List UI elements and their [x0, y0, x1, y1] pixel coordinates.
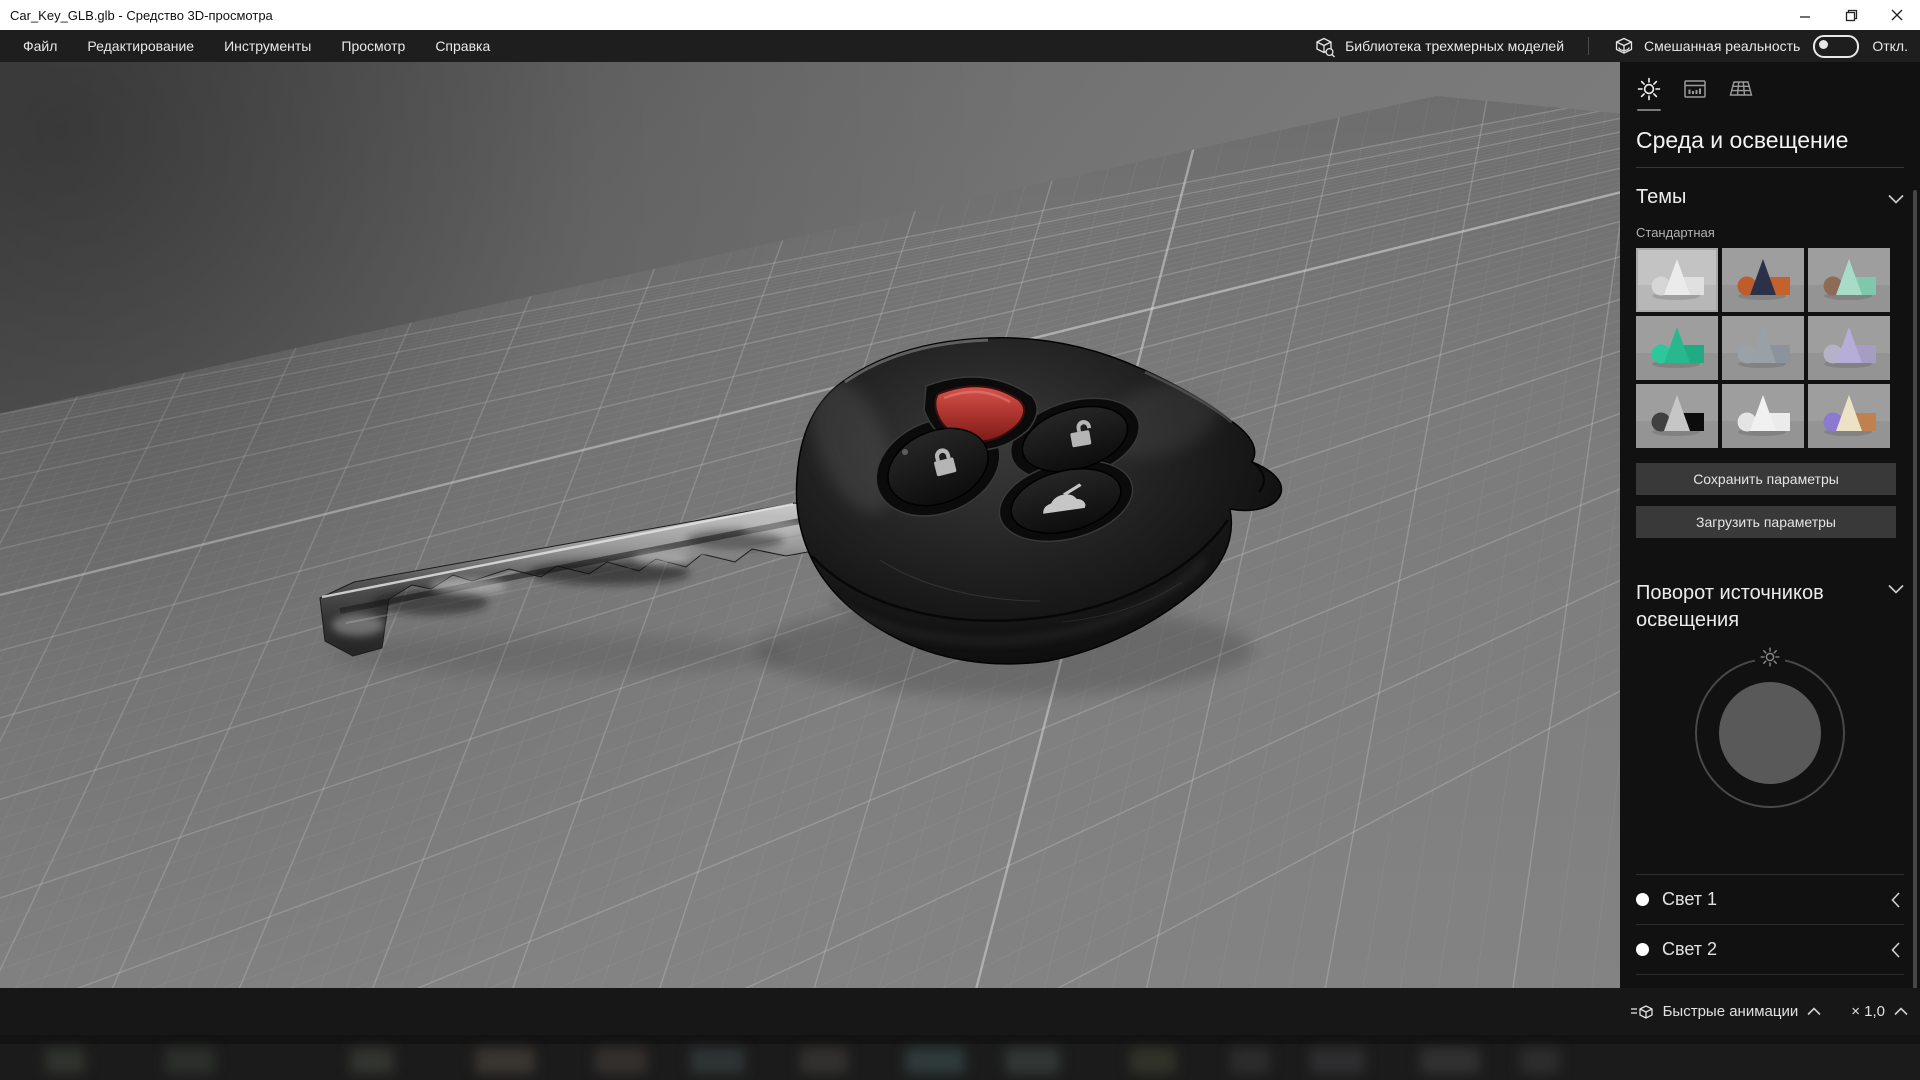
chevron-up-icon[interactable]	[1807, 1007, 1821, 1016]
menu-tools[interactable]: Инструменты	[209, 30, 326, 62]
dial-knob[interactable]	[1719, 682, 1821, 784]
menu-file[interactable]: Файл	[8, 30, 72, 62]
strip-thumbnail	[1005, 1048, 1060, 1074]
theme-tile-2[interactable]	[1722, 248, 1804, 312]
model-library-label: Библиотека трехмерных моделей	[1345, 38, 1565, 54]
playback-speed-selector[interactable]: × 1,0	[1851, 1003, 1908, 1020]
menu-bar: Файл Редактирование Инструменты Просмотр…	[0, 30, 1920, 62]
theme-grid	[1636, 248, 1890, 448]
panel-tabs	[1636, 76, 1904, 111]
strip-thumbnail	[45, 1048, 85, 1074]
dial-sun-icon	[1755, 646, 1785, 673]
mixed-reality-state: Откл.	[1872, 38, 1908, 54]
strip-thumbnail	[350, 1048, 394, 1074]
light-rotation-label: Поворот источников освещения	[1636, 582, 1824, 631]
title-bar: Car_Key_GLB.glb - Средство 3D-просмотра	[0, 0, 1920, 30]
strip-thumbnail	[165, 1048, 215, 1074]
light-1-label: Свет 1	[1662, 889, 1718, 909]
theme-tile-7[interactable]	[1636, 384, 1718, 448]
close-button[interactable]	[1874, 0, 1920, 30]
3d-viewer-window: Car_Key_GLB.glb - Средство 3D-просмотра …	[0, 0, 1920, 1080]
window-title: Car_Key_GLB.glb - Средство 3D-просмотра	[10, 7, 273, 23]
model-library-icon	[1316, 37, 1336, 57]
3d-viewport[interactable]	[0, 62, 1620, 988]
strip-thumbnail	[595, 1048, 647, 1074]
animation-bar: Быстрые анимации × 1,0	[0, 988, 1920, 1035]
menu-items: Файл Редактирование Инструменты Просмотр…	[0, 30, 505, 62]
themes-label: Темы	[1636, 186, 1687, 208]
chevron-down-icon[interactable]	[1888, 580, 1904, 594]
model-library-button[interactable]: Библиотека трехмерных моделей	[1313, 35, 1564, 58]
save-settings-button[interactable]: Сохранить параметры	[1636, 463, 1896, 495]
strip-thumbnail	[1310, 1048, 1365, 1074]
3d-scene	[0, 62, 1620, 988]
light-2-color-swatch	[1636, 943, 1649, 956]
light-1-row[interactable]: Свет 1	[1636, 874, 1904, 924]
chevron-left-icon[interactable]	[1891, 891, 1904, 908]
strip-thumbnail	[1230, 1048, 1270, 1074]
chevron-down-icon[interactable]	[1888, 190, 1904, 204]
active-tab-indicator	[1637, 109, 1661, 111]
theme-tile-9[interactable]	[1808, 384, 1890, 448]
light-rotation-header[interactable]: Поворот источников освещения	[1636, 580, 1904, 634]
strip-thumbnail	[800, 1048, 848, 1074]
menu-separator	[1588, 37, 1590, 55]
theme-tile-8[interactable]	[1722, 384, 1804, 448]
close-icon	[1891, 9, 1903, 21]
minimize-icon	[1800, 16, 1810, 18]
theme-tile-1[interactable]	[1636, 248, 1718, 312]
menu-help[interactable]: Справка	[420, 30, 505, 62]
playback-speed-value: × 1,0	[1851, 1003, 1885, 1020]
sun-icon	[1637, 77, 1661, 101]
strip-thumbnail	[905, 1048, 965, 1074]
grid-icon	[1729, 81, 1753, 96]
themes-section-header[interactable]: Темы	[1636, 184, 1904, 210]
minimize-button[interactable]	[1782, 0, 1828, 30]
toggle-knob	[1819, 40, 1829, 49]
panel-title: Среда и освещение	[1636, 127, 1849, 153]
mixed-reality-toggle[interactable]	[1813, 34, 1860, 58]
load-settings-button[interactable]: Загрузить параметры	[1636, 506, 1896, 538]
theme-tile-5[interactable]	[1722, 316, 1804, 380]
mixed-reality-icon	[1615, 37, 1633, 54]
animations-selector[interactable]: Быстрые анимации	[1630, 1001, 1822, 1023]
tab-stats-shading[interactable]	[1682, 76, 1708, 102]
strip-thumbnail	[1420, 1048, 1480, 1074]
bottom-strip	[0, 1035, 1920, 1080]
mixed-reality-label: Смешанная реальность	[1644, 38, 1801, 54]
environment-panel: Среда и освещение Темы Стандартная Сохра…	[1620, 62, 1920, 1022]
theme-tile-4[interactable]	[1636, 316, 1718, 380]
stats-icon	[1684, 80, 1706, 98]
strip-thumbnail	[1520, 1048, 1560, 1074]
strip-thumbnail	[475, 1048, 535, 1074]
light-rotation-dial[interactable]	[1695, 646, 1845, 808]
chevron-up-icon[interactable]	[1894, 1007, 1908, 1016]
tab-grid-views[interactable]	[1728, 76, 1754, 102]
animations-label: Быстрые анимации	[1662, 1003, 1799, 1020]
strip-thumbnail	[690, 1048, 745, 1074]
tab-environment-lighting[interactable]	[1636, 76, 1662, 111]
chevron-left-icon[interactable]	[1891, 941, 1904, 958]
window-controls	[1782, 0, 1920, 30]
light-2-row[interactable]: Свет 2	[1636, 924, 1904, 974]
theme-tile-3[interactable]	[1808, 248, 1890, 312]
menu-edit[interactable]: Редактирование	[72, 30, 209, 62]
panel-divider	[1636, 167, 1904, 168]
animation-icon	[1630, 1004, 1653, 1019]
menu-view[interactable]: Просмотр	[326, 30, 420, 62]
light-2-label: Свет 2	[1662, 939, 1718, 959]
blade-shadow	[330, 635, 790, 675]
panel-scrollbar[interactable]	[1913, 190, 1917, 1022]
theme-tile-6[interactable]	[1808, 316, 1890, 380]
restore-icon	[1845, 9, 1857, 21]
themes-subtitle: Стандартная	[1636, 225, 1715, 240]
mixed-reality-group: Смешанная реальность Откл.	[1613, 34, 1908, 58]
restore-button[interactable]	[1828, 0, 1874, 30]
light-1-color-swatch	[1636, 893, 1649, 906]
strip-thumbnail	[1130, 1048, 1176, 1074]
